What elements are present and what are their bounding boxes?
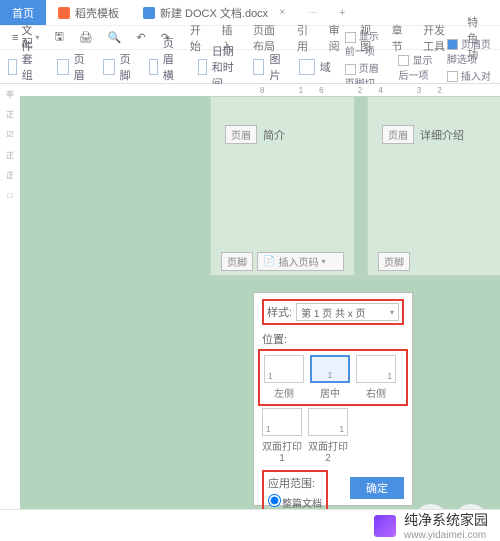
rb-footer[interactable]: 页脚 (103, 51, 135, 83)
apply-label: 应用范围: (268, 475, 322, 491)
qat-save[interactable]: 🖫 (48, 25, 69, 50)
qat-print[interactable]: 🖨 (73, 28, 99, 47)
rb-field[interactable]: 域 (299, 59, 331, 75)
page-header[interactable]: 页眉 详细介绍 (382, 125, 464, 144)
position-grid2: 1双面打印1 1双面打印2 (262, 408, 404, 464)
rb-hfnav[interactable]: 页眉页脚选项 (447, 36, 492, 66)
menubar: ≡ 文件 ▾ 🖫 🖨 🔍 ↶ ↷ 开始 插入 页面布局 引用 审阅 视图 章节 … (0, 26, 500, 50)
pos-duplex2[interactable]: 1双面打印2 (308, 408, 348, 464)
footer: 纯净系统家园 www.yidaimei.com (0, 509, 500, 541)
rb-showprev[interactable]: 显示前一项 (345, 28, 385, 58)
ruler-horizontal: 8 16 24 32 (20, 84, 500, 96)
style-label: 样式: (267, 304, 292, 320)
chevron-icon: ⋯ (309, 8, 317, 17)
page1-title: 简介 (263, 127, 285, 143)
footer-label: 页脚 (221, 252, 253, 271)
header-label: 页眉 (382, 125, 414, 144)
rb-nav2: 显示后一项 (398, 52, 432, 82)
pos-right[interactable]: 1右侧 (356, 355, 396, 400)
position-grid: 1左侧 1居中 1右侧 (258, 349, 408, 406)
mtab-ref[interactable]: 引用 (289, 19, 318, 57)
page2-title: 详细介绍 (420, 127, 464, 143)
style-select[interactable]: 第 1 页 共 x 页▾ (296, 303, 399, 321)
tab-templates[interactable]: 稻壳模板 (46, 0, 131, 25)
close-icon[interactable]: × (279, 7, 285, 18)
canvas: 亭正☑正正□ 8 16 24 32 页眉 简介 页脚 📄 插入页码 ▾ 页眉 详… (0, 84, 500, 509)
rb-shownext[interactable]: 显示后一项 (398, 52, 432, 82)
pos-left[interactable]: 1左侧 (264, 355, 304, 400)
header-label: 页眉 (225, 125, 257, 144)
footer-label: 页脚 (378, 252, 410, 271)
insert-page-number[interactable]: 📄 插入页码 ▾ (257, 252, 344, 271)
templates-icon (58, 7, 70, 19)
pages: 页眉 简介 页脚 📄 插入页码 ▾ 页眉 详细介绍 页脚 (210, 96, 500, 276)
qat-preview[interactable]: 🔍 (102, 28, 128, 47)
pos-label: 位置: (262, 331, 404, 347)
page-1[interactable]: 页眉 简介 页脚 📄 插入页码 ▾ (210, 96, 355, 276)
page-2[interactable]: 页眉 详细介绍 页脚 (367, 96, 500, 276)
page-number-popup: 样式: 第 1 页 共 x 页▾ 位置: 1左侧 1居中 1右侧 1双面打印1 … (253, 292, 413, 506)
brand-url: www.yidaimei.com (404, 530, 488, 541)
docx-icon (143, 7, 155, 19)
ok-button[interactable]: 确定 (350, 477, 404, 499)
brand-logo (374, 515, 396, 537)
pos-center[interactable]: 1居中 (310, 355, 350, 400)
rb-pic[interactable]: 图片 (253, 51, 285, 83)
brand-name: 纯净系统家园 (404, 510, 488, 530)
rb-header[interactable]: 页眉 (57, 51, 89, 83)
ruler-vertical: 亭正☑正正□ (0, 84, 20, 509)
page-header[interactable]: 页眉 简介 (225, 125, 285, 144)
apply-doc[interactable]: 整篇文档 (268, 494, 322, 510)
page-footer[interactable]: 页脚 (378, 252, 500, 271)
style-row: 样式: 第 1 页 共 x 页▾ (262, 299, 404, 325)
pos-duplex1[interactable]: 1双面打印1 (262, 408, 302, 464)
page-footer[interactable]: 页脚 📄 插入页码 ▾ (221, 252, 344, 271)
